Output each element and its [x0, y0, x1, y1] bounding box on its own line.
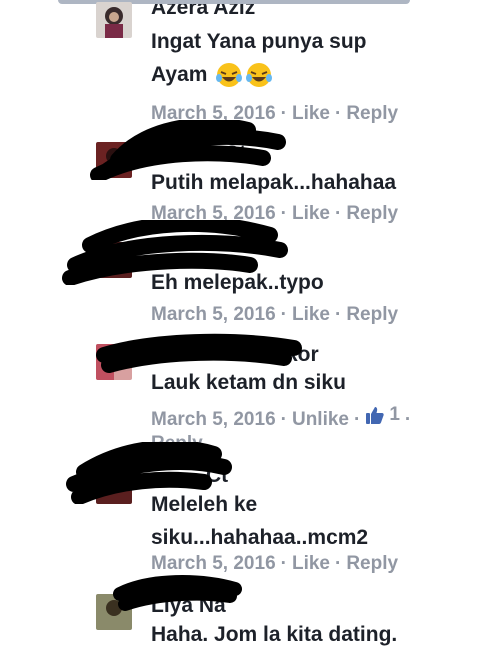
- like-count-value: 1: [389, 404, 400, 425]
- unlike-button[interactable]: Unlike: [292, 409, 349, 430]
- separator: ·: [335, 553, 342, 574]
- laughing-tears-emoji-icon: [246, 63, 273, 88]
- comment-text-line: Lauk ketam dn siku: [151, 371, 346, 394]
- comment-text: Eh melepak..typo: [151, 266, 324, 299]
- comment-date[interactable]: March 5, 2016: [151, 103, 276, 124]
- comment-date[interactable]: March 5, 2016: [151, 409, 276, 430]
- reply-button[interactable]: Reply: [346, 553, 398, 574]
- comment-text: Haha. Jom la kita dating.: [151, 618, 397, 651]
- avatar[interactable]: [96, 344, 132, 380]
- commenter-name[interactable]: Liya Na: [151, 594, 226, 618]
- reply-button[interactable]: Reply: [346, 304, 398, 325]
- thumbs-up-icon: [366, 407, 385, 424]
- separator: ·: [335, 203, 342, 224]
- comment-text-word: Ayam: [151, 63, 208, 86]
- comment-text: Lauk ketam dn siku: [151, 366, 346, 399]
- separator: ·: [280, 304, 287, 325]
- separator: ·: [280, 553, 287, 574]
- commenter-name[interactable]: Ct: [206, 464, 228, 488]
- avatar[interactable]: [96, 594, 132, 630]
- comment-text-line: Haha. Jom la kita dating.: [151, 623, 398, 646]
- laughing-tears-emoji-icon: [216, 63, 243, 88]
- comment-date[interactable]: March 5, 2016: [151, 203, 276, 224]
- like-button[interactable]: Like: [292, 553, 330, 574]
- comment-meta: March 5, 2016 · Like · Reply: [151, 203, 398, 225]
- comment-meta: March 5, 2016 · Like · Reply: [151, 304, 398, 326]
- like-button[interactable]: Like: [292, 203, 330, 224]
- comment-meta: March 5, 2016 · Unlike · 1 · Reply: [151, 403, 431, 456]
- avatar[interactable]: [96, 242, 132, 278]
- avatar[interactable]: [96, 468, 132, 504]
- comment-text-line: siku...hahahaa..mcm2: [151, 526, 369, 549]
- separator: ·: [335, 304, 342, 325]
- comment-text-line: Eh melepak..typo: [151, 271, 324, 294]
- comment-text-line: Ayam: [151, 58, 367, 91]
- like-button[interactable]: Like: [292, 304, 330, 325]
- separator: ·: [404, 409, 412, 430]
- comment-text-line: Meleleh ke: [151, 493, 258, 516]
- separator: ·: [280, 203, 287, 224]
- like-count[interactable]: 1: [365, 403, 400, 427]
- comment-date[interactable]: March 5, 2016: [151, 553, 276, 574]
- reply-button[interactable]: Reply: [151, 433, 203, 454]
- separator: ·: [335, 103, 342, 124]
- comment-text-line: Putih melapak...hahahaa: [151, 171, 397, 194]
- avatar[interactable]: [96, 2, 132, 38]
- comment-text: Ingat Yana punya sup Ayam: [151, 25, 367, 91]
- reply-button[interactable]: Reply: [346, 203, 398, 224]
- comment-meta: March 5, 2016 · Like · Reply: [151, 553, 398, 575]
- separator: ·: [354, 409, 361, 430]
- avatar[interactable]: [96, 142, 132, 178]
- comment-text: Meleleh ke siku...hahahaa..mcm2: [151, 488, 368, 554]
- separator: ·: [280, 103, 287, 124]
- comment-text-line: Ingat Yana punya sup: [151, 30, 367, 53]
- commenter-name[interactable]: Ct: [224, 142, 246, 166]
- comment-date[interactable]: March 5, 2016: [151, 304, 276, 325]
- commenter-name[interactable]: kor: [286, 343, 319, 367]
- comment-meta: March 5, 2016 · Like · Reply: [151, 103, 398, 125]
- separator: ·: [280, 409, 287, 430]
- like-button[interactable]: Like: [292, 103, 330, 124]
- comment-text: Putih melapak...hahahaa: [151, 166, 396, 199]
- reply-button[interactable]: Reply: [346, 103, 398, 124]
